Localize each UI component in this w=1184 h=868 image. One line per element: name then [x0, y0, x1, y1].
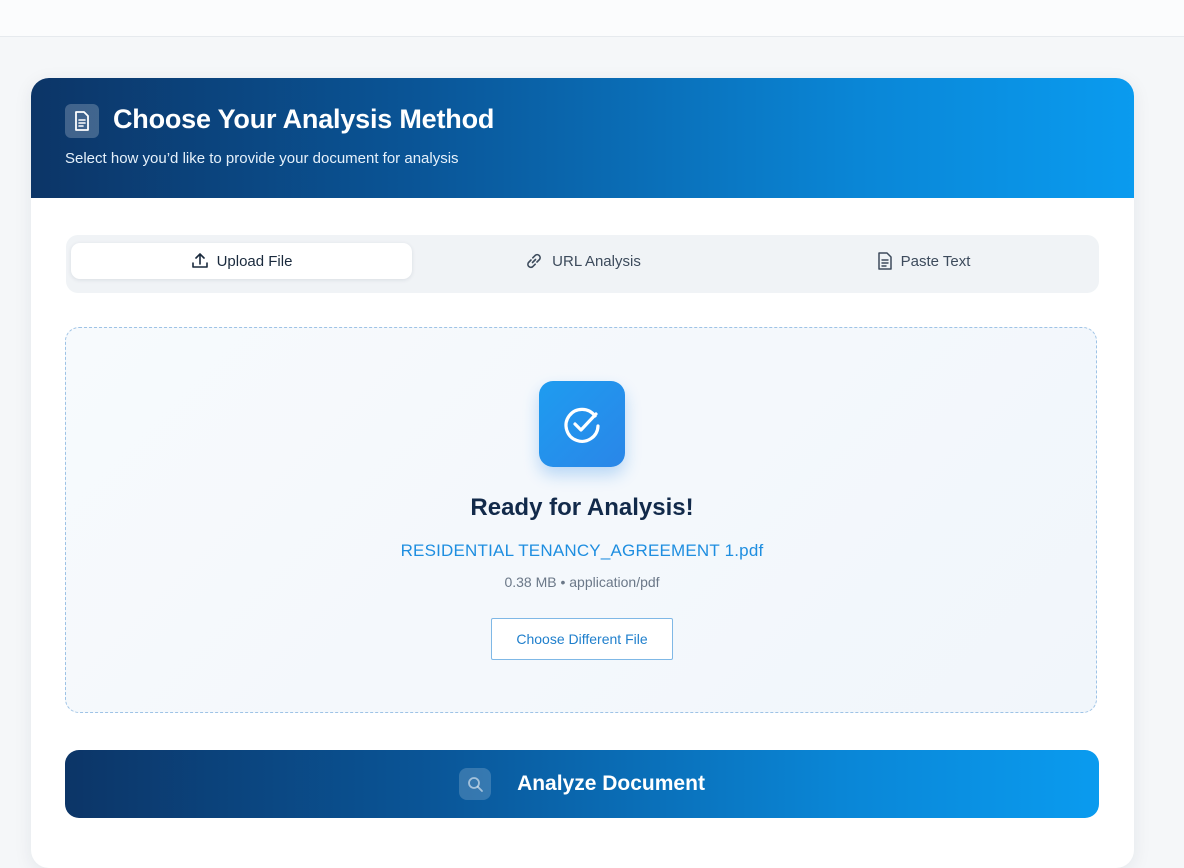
upload-icon [191, 253, 208, 268]
tab-label: URL Analysis [552, 252, 641, 270]
link-icon [527, 253, 542, 269]
tab-label: Paste Text [900, 252, 971, 270]
analysis-method-card: Choose Your Analysis Method Select how y… [31, 78, 1134, 868]
analyze-button-label: Analyze Document [517, 772, 705, 795]
top-bar [0, 0, 1184, 37]
document-icon [65, 104, 99, 138]
card-subtitle: Select how you’d like to provide your do… [65, 150, 459, 167]
document-icon [877, 252, 892, 270]
ready-status-title: Ready for Analysis! [470, 494, 694, 521]
tab-label: Upload File [216, 252, 293, 270]
tab-url-analysis[interactable]: URL Analysis [412, 243, 753, 279]
choose-different-file-button[interactable]: Choose Different File [491, 618, 673, 660]
search-icon [459, 768, 492, 800]
selected-file-name: RESIDENTIAL TENANCY_AGREEMENT 1.pdf [400, 541, 764, 560]
tab-upload-file[interactable]: Upload File [71, 243, 412, 279]
card-title: Choose Your Analysis Method [113, 104, 495, 134]
file-dropzone[interactable]: Ready for Analysis! RESIDENTIAL TENANCY_… [65, 327, 1097, 713]
check-circle-icon [539, 381, 625, 467]
card-header: Choose Your Analysis Method Select how y… [31, 78, 1134, 198]
file-meta: 0.38 MB • application/pdf [504, 574, 660, 590]
method-tabs: Upload File URL Analysis Paste Text [66, 235, 1099, 293]
analyze-document-button[interactable]: Analyze Document [65, 750, 1099, 818]
tab-paste-text[interactable]: Paste Text [753, 243, 1094, 279]
